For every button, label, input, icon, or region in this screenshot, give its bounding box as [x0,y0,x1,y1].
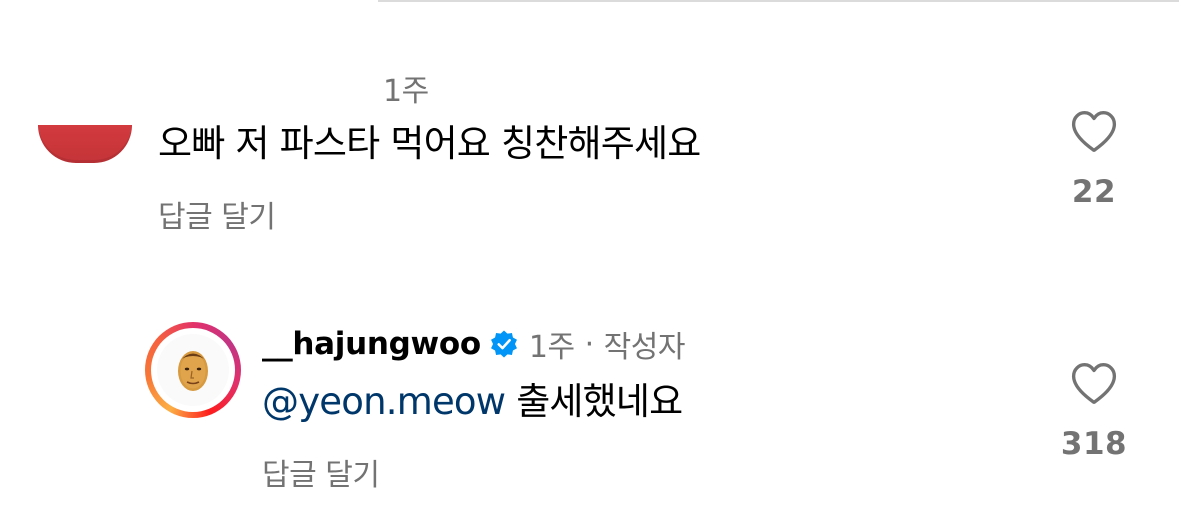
story-ring[interactable] [145,322,241,418]
heart-icon[interactable] [1068,360,1120,406]
meta-separator: · [584,326,595,362]
top-divider [378,0,1179,2]
comment-timestamp: 1주 [528,330,575,365]
author-badge: 작성자 [603,330,686,365]
reply-button[interactable]: 답글 달기 [158,192,276,236]
face-sticker-icon [178,351,208,391]
mention-link[interactable]: @yeon.meow [262,380,506,423]
comment-body: 출세했네요 [516,380,683,423]
heart-icon[interactable] [1068,108,1120,154]
like-column: 318 [1049,360,1139,462]
avatar[interactable] [38,125,132,163]
reply-button[interactable]: 답글 달기 [262,450,380,494]
comment-header: __hajungwoo 1주 · 작성자 [262,324,686,365]
like-count: 318 [1060,426,1128,462]
avatar[interactable] [157,334,229,406]
verified-badge-icon [490,330,517,358]
comment-text: 오빠 저 파스타 먹어요 칭찬해주세요 [158,122,701,165]
ring-gap [151,328,235,412]
comment-item: __hajungwoo 1주 · 작성자 @yeon.meow 출세했네요 답글… [0,318,1179,508]
username[interactable]: __hajungwoo [262,326,481,362]
comment-text: @yeon.meow 출세했네요 [262,380,683,424]
like-count: 22 [1071,174,1117,210]
comment-timestamp: 1주 [383,74,429,109]
like-column: 22 [1049,108,1139,210]
comment-item: 1주 오빠 저 파스타 먹어요 칭찬해주세요 답글 달기 22 [0,60,1179,240]
